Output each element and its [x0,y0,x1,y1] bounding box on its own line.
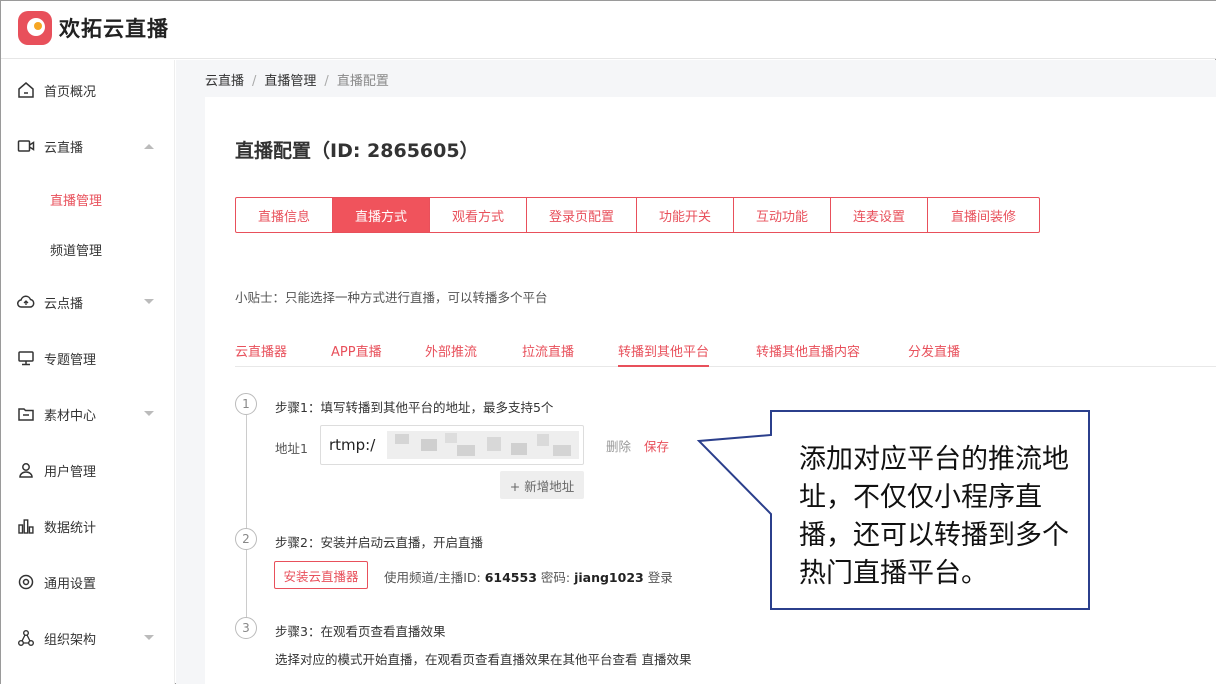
sidebar-item-label: 组织架构 [44,632,97,648]
chevron-down-icon [144,299,154,304]
tab-live-info[interactable]: 直播信息 [236,198,333,232]
breadcrumb-item[interactable]: 云直播 [205,74,244,89]
sidebar-item-settings[interactable]: 通用设置 [1,562,175,602]
subtab-cloud-player[interactable]: 云直播器 [235,341,287,367]
tab-watch-mode[interactable]: 观看方式 [430,198,527,232]
sidebar-item-material[interactable]: 素材中心 [1,394,175,434]
org-icon [18,630,34,646]
blurred-address [387,431,579,459]
address-label: 地址1 [275,441,308,456]
sidebar-item-org[interactable]: 组织架构 [1,618,175,658]
subtab-distribute[interactable]: 分发直播 [908,341,960,367]
config-tabs: 直播信息 直播方式 观看方式 登录页配置 功能开关 互动功能 连麦设置 直播间装… [235,197,1040,233]
sidebar-item-label: 素材中心 [44,408,97,424]
save-link[interactable]: 保存 [644,436,669,455]
subtab-pull-stream[interactable]: 拉流直播 [522,341,574,367]
sidebar-item-home[interactable]: 首页概况 [1,70,175,110]
delete-link[interactable]: 删除 [606,436,631,455]
breadcrumb: 云直播 / 直播管理 / 直播配置 [205,74,389,89]
password-value: jiang1023 [574,570,644,585]
sidebar-item-users[interactable]: 用户管理 [1,450,175,490]
subtab-app-live[interactable]: APP直播 [331,341,382,367]
channel-id-label: 使用频道/主播ID: [384,570,485,585]
password-label: 密码: [536,570,575,585]
address-value: rtmp:/ [329,436,376,454]
logo-icon [18,11,52,45]
subtab-external-push[interactable]: 外部推流 [425,341,477,367]
login-text: 登录 [643,570,673,585]
add-address-button[interactable]: + 新增地址 [500,471,584,499]
step-title: 步骤2：安装并启动云直播，开启直播 [275,535,483,550]
settings-icon [18,574,34,590]
sidebar-sub-channel-manage[interactable]: 频道管理 [50,240,102,259]
home-icon [18,82,34,98]
monitor-icon [18,351,34,366]
sidebar-sub-live-manage[interactable]: 直播管理 [50,190,102,209]
sidebar-item-stats[interactable]: 数据统计 [1,506,175,546]
page-title: 直播配置（ID: 2865605） [235,140,479,162]
video-icon [17,140,35,152]
chevron-up-icon [144,144,154,149]
subtab-relay-content[interactable]: 转播其他直播内容 [756,341,860,367]
sidebar-item-topic[interactable]: 专题管理 [1,338,175,378]
channel-id-value: 614553 [484,570,537,585]
sidebar-item-label: 首页概况 [44,84,97,100]
step-title: 步骤3：在观看页查看直播效果 [275,624,446,639]
folder-icon [18,408,34,421]
sidebar-item-cloud-live[interactable]: 云直播 [1,126,175,166]
breadcrumb-current: 直播配置 [336,74,389,89]
cloud-icon [17,295,35,308]
channel-info: 使用频道/主播ID: 614553 密码: jiang1023 登录 [384,567,673,586]
sidebar-item-label: 用户管理 [44,464,97,480]
step-number: 1 [235,393,257,415]
tab-mic-link[interactable]: 连麦设置 [831,198,928,232]
sidebar-item-label: 云直播 [44,140,84,156]
live-mode-subtabs: 云直播器 APP直播 外部推流 拉流直播 转播到其他平台 转播其他直播内容 分发… [235,341,1216,367]
user-icon [19,463,33,478]
subtab-relay-other[interactable]: 转播到其他平台 [618,341,710,367]
tip-text: 小贴士：只能选择一种方式进行直播，可以转播多个平台 [235,290,548,305]
sidebar-item-label: 云点播 [44,296,84,312]
step-title: 步骤1：填写转播到其他平台的地址，最多支持5个 [275,400,554,415]
chevron-down-icon [144,635,154,640]
chevron-down-icon [144,411,154,416]
step-number: 2 [235,528,257,550]
step-connector [246,415,247,627]
sidebar-item-label: 专题管理 [44,352,97,368]
sidebar-item-vod[interactable]: 云点播 [1,282,175,322]
tab-feature-switch[interactable]: 功能开关 [637,198,734,232]
tab-live-mode[interactable]: 直播方式 [333,198,430,232]
bar-chart-icon [18,519,34,534]
callout-text: 添加对应平台的推流地址，不仅仅小程序直播，还可以转播到多个热门直播平台。 [799,444,1069,589]
top-bar: 欢拓云直播 [1,1,1216,59]
install-cloud-player-button[interactable]: 安装云直播器 [274,561,368,589]
brand-name: 欢拓云直播 [59,17,169,41]
sidebar-item-label: 通用设置 [44,576,97,592]
tab-interaction[interactable]: 互动功能 [734,198,831,232]
step-description: 选择对应的模式开始直播，在观看页查看直播效果在其他平台查看 直播效果 [275,652,692,667]
tab-login-page[interactable]: 登录页配置 [527,198,637,232]
breadcrumb-item[interactable]: 直播管理 [264,74,316,89]
sidebar-item-label: 数据统计 [44,520,97,536]
tab-room-decor[interactable]: 直播间装修 [928,198,1039,232]
step-number: 3 [235,617,257,639]
